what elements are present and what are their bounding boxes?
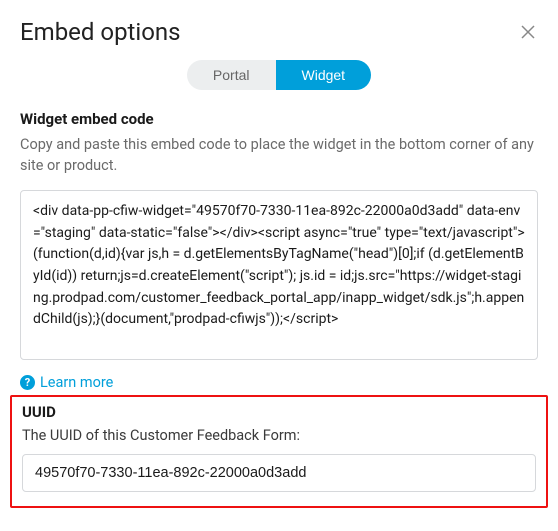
close-button[interactable] bbox=[518, 22, 538, 42]
tab-bar: Portal Widget bbox=[20, 60, 538, 90]
learn-more-text: Learn more bbox=[40, 374, 113, 391]
widget-embed-helper: Copy and paste this embed code to place … bbox=[20, 134, 538, 176]
uuid-title: UUID bbox=[22, 403, 536, 421]
question-icon: ? bbox=[20, 375, 35, 390]
modal-header: Embed options bbox=[20, 18, 538, 46]
tab-group: Portal Widget bbox=[187, 60, 371, 90]
close-icon bbox=[520, 24, 536, 40]
embed-code-textarea[interactable] bbox=[20, 190, 538, 360]
embed-options-modal: Embed options Portal Widget Widget embed… bbox=[0, 0, 558, 508]
widget-embed-label: Widget embed code bbox=[20, 110, 538, 128]
learn-more-link[interactable]: ? Learn more bbox=[20, 374, 538, 391]
uuid-description: The UUID of this Customer Feedback Form: bbox=[22, 427, 536, 444]
tab-widget[interactable]: Widget bbox=[276, 60, 372, 90]
modal-title: Embed options bbox=[20, 18, 181, 46]
uuid-input[interactable] bbox=[22, 454, 536, 492]
tab-portal[interactable]: Portal bbox=[187, 60, 276, 90]
uuid-section: UUID The UUID of this Customer Feedback … bbox=[10, 395, 548, 508]
